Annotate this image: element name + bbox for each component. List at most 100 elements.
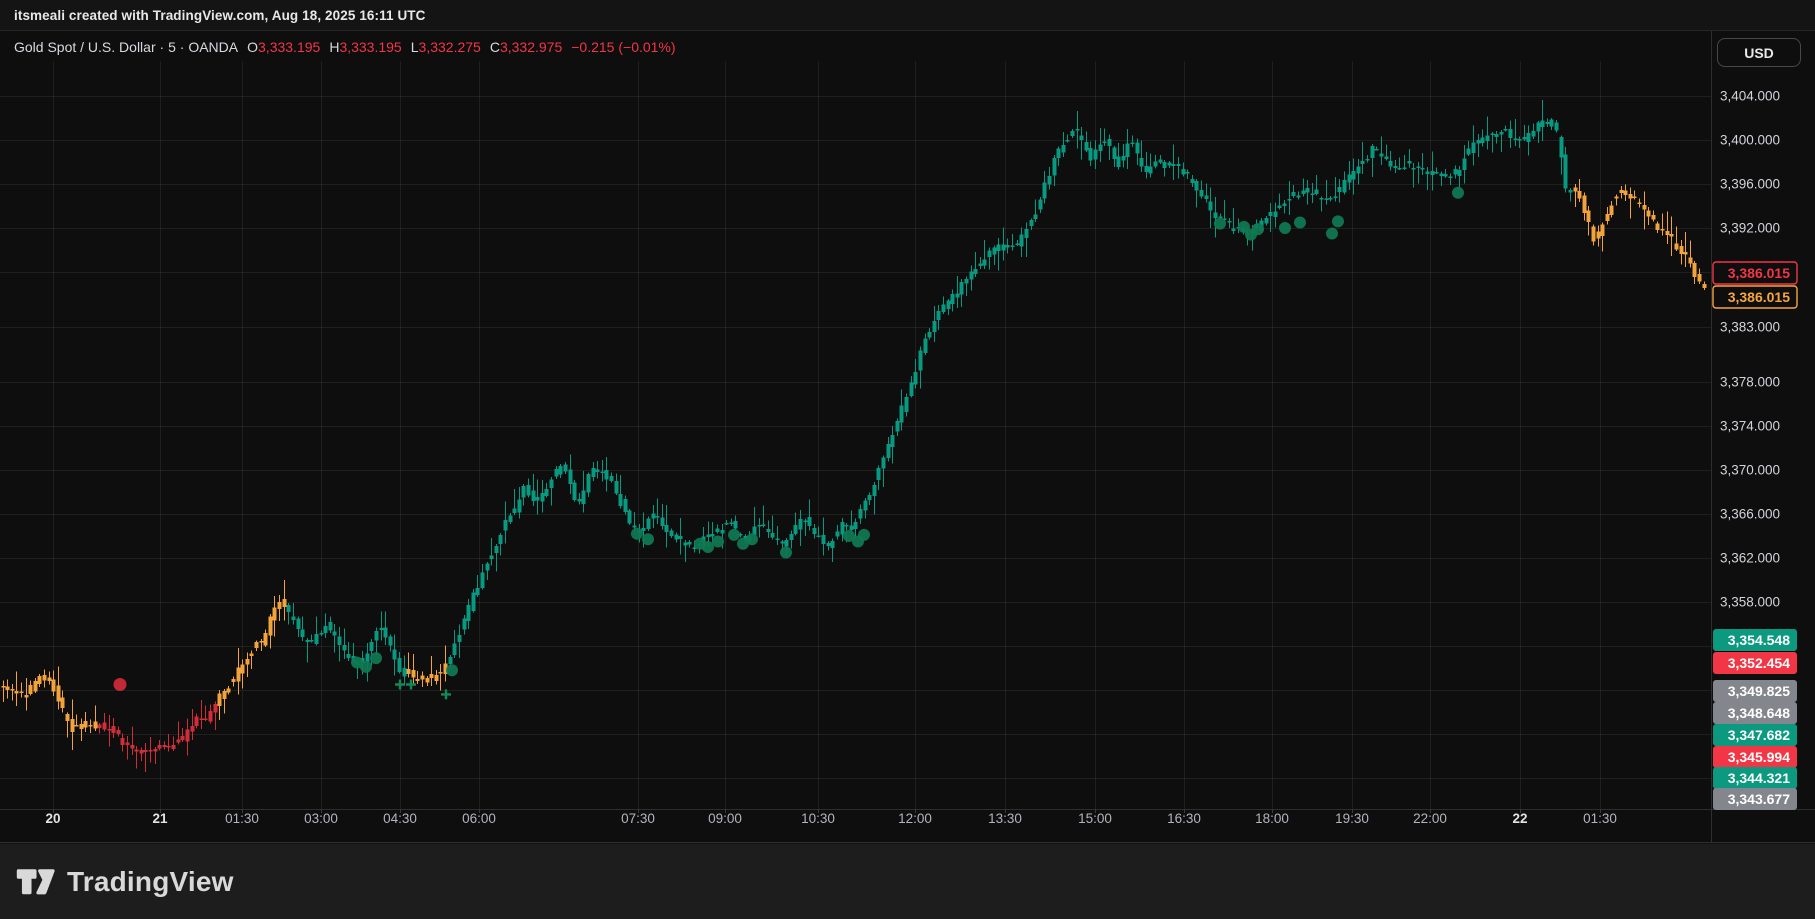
tradingview-logo[interactable]: TradingView xyxy=(16,866,234,898)
price-badge-text: 3,344.321 xyxy=(1728,770,1790,786)
candle-body xyxy=(1643,205,1647,209)
candle-body xyxy=(836,532,840,537)
candle-body xyxy=(463,619,467,630)
candle-wick xyxy=(777,526,778,545)
candle-body xyxy=(1449,177,1453,179)
candle-body xyxy=(545,489,549,496)
candle-body xyxy=(1117,157,1121,167)
candle-wick xyxy=(1634,191,1635,200)
candle-body xyxy=(854,522,858,529)
candle-body xyxy=(264,633,268,645)
candle-body xyxy=(518,499,522,512)
candle-body xyxy=(1002,245,1006,251)
v-gridline xyxy=(321,61,322,809)
candle-wick xyxy=(1579,179,1580,202)
time-axis-label: 21 xyxy=(152,811,168,826)
price-axis[interactable]: 3,404.0003,400.0003,396.0003,392.0003,38… xyxy=(1720,89,1780,610)
candle-body xyxy=(1463,159,1467,170)
currency-toggle-button[interactable]: USD xyxy=(1717,38,1801,67)
candle-body xyxy=(1477,140,1481,143)
price-badge-text: 3,354.548 xyxy=(1728,632,1790,648)
price-axis-label: 3,392.000 xyxy=(1720,221,1780,236)
candle-body xyxy=(1389,161,1393,167)
time-axis[interactable]: 202101:3003:0004:3006:0007:3009:0010:301… xyxy=(45,811,1616,826)
candle-body xyxy=(1099,144,1103,151)
candle-body xyxy=(596,470,600,472)
candle-body xyxy=(1149,167,1153,174)
candle-wick xyxy=(12,684,13,700)
candle-body xyxy=(103,722,107,729)
candle-body xyxy=(675,534,679,539)
candle-wick xyxy=(201,700,202,729)
candle-body xyxy=(154,749,158,751)
candle-body xyxy=(1311,194,1315,196)
candle-body xyxy=(578,499,582,501)
candle-wick xyxy=(76,714,77,726)
candle-body xyxy=(1569,190,1573,193)
candle-body xyxy=(804,521,808,523)
price-axis-label: 3,383.000 xyxy=(1720,320,1780,335)
candle-body xyxy=(108,729,112,731)
candle-wick xyxy=(1685,232,1686,267)
candle-body xyxy=(850,526,854,531)
candle-body xyxy=(859,509,863,518)
h-gridline xyxy=(0,602,1711,603)
candle-body xyxy=(1684,252,1688,255)
candle-body xyxy=(564,465,568,472)
signal-dot-green xyxy=(446,664,458,676)
signal-dot-green xyxy=(1279,222,1291,234)
time-axis-label: 13:30 xyxy=(988,811,1022,826)
candle-body xyxy=(1292,192,1296,196)
candle-body xyxy=(776,538,780,540)
candle-body xyxy=(1265,218,1269,224)
time-axis-label: 22:00 xyxy=(1413,811,1447,826)
candle-body xyxy=(407,669,411,674)
candle-body xyxy=(149,750,153,752)
candle-wick xyxy=(957,276,958,308)
candle-body xyxy=(398,658,402,672)
v-gridline xyxy=(818,61,819,809)
chart-plot-area[interactable]: 3,404.0003,400.0003,396.0003,392.0003,38… xyxy=(0,31,1815,844)
candle-body xyxy=(144,750,148,752)
candle-body xyxy=(1209,202,1213,211)
candle-body xyxy=(324,626,328,633)
candle-wick xyxy=(21,683,22,698)
time-axis-label: 12:00 xyxy=(898,811,932,826)
candle-wick xyxy=(1478,134,1479,157)
candle-body xyxy=(785,540,789,546)
price-badge-text: 3,386.015 xyxy=(1728,265,1790,281)
candle-body xyxy=(375,631,379,640)
candle-body xyxy=(453,644,457,656)
candle-body xyxy=(1113,148,1117,159)
candle-body xyxy=(1431,171,1435,175)
candle-body xyxy=(656,516,660,518)
candle-body xyxy=(647,518,651,529)
candle-wick xyxy=(1017,240,1018,246)
candle-wick xyxy=(1409,149,1410,168)
candle-body xyxy=(1398,168,1402,170)
signal-dot-green xyxy=(712,536,724,548)
signal-dot-green xyxy=(360,661,372,673)
candle-body xyxy=(1403,167,1407,169)
candle-wick xyxy=(1146,152,1147,178)
candle-body xyxy=(71,719,75,732)
candle-body xyxy=(25,695,29,698)
candle-wick xyxy=(1667,212,1668,245)
candle-body xyxy=(200,718,204,720)
interval-label[interactable]: 5 xyxy=(168,39,176,55)
candle-wick xyxy=(417,671,418,684)
candle-wick xyxy=(1026,222,1027,257)
candle-body xyxy=(965,279,969,283)
candle-body xyxy=(942,305,946,312)
candle-body xyxy=(1435,172,1439,174)
h-gridline xyxy=(0,228,1711,229)
candle-body xyxy=(384,628,388,638)
candle-body xyxy=(1703,284,1707,288)
candle-body xyxy=(979,264,983,266)
h-gridline xyxy=(0,690,1711,691)
candle-body xyxy=(380,628,384,630)
symbol-title[interactable]: Gold Spot / U.S. Dollar xyxy=(14,39,156,55)
candle-body xyxy=(1578,191,1582,198)
candle-body xyxy=(204,719,208,721)
candle-body xyxy=(366,654,370,662)
